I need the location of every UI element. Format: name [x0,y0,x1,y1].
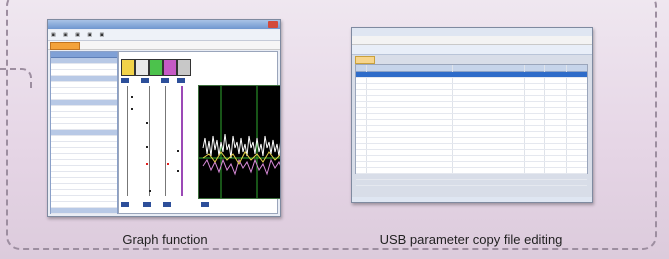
window-close-icon[interactable] [268,21,278,28]
toolbar-item[interactable]: ▣ [63,32,68,38]
window-titlebar [48,20,280,29]
status-bar [352,197,592,202]
channel-box[interactable] [135,59,149,76]
toolbar-item[interactable]: ▣ [87,32,92,38]
scroll-control[interactable] [143,202,151,207]
toolbar-item[interactable]: ▣ [51,32,56,38]
scroll-control[interactable] [163,202,171,207]
scroll-control[interactable] [121,78,129,83]
toolbar: ▣ ▣ ▣ ▣ ▣ [48,30,280,41]
toolbar-item[interactable]: ▣ [75,32,80,38]
scroll-control[interactable] [201,202,209,207]
scroll-control[interactable] [141,78,149,83]
scroll-control[interactable] [177,78,185,83]
channel-box[interactable] [149,59,163,76]
caption-graph-function: Graph function [122,232,208,247]
graph-function-screenshot: ▣ ▣ ▣ ▣ ▣ [47,19,281,217]
toolbar[interactable] [352,45,592,55]
parameter-table[interactable] [355,64,588,186]
settings-panel [50,51,118,214]
table-header [356,65,587,72]
scroll-control[interactable] [121,202,129,207]
usb-parameter-screenshot [351,27,593,203]
toolbar-item[interactable]: ▣ [100,32,105,38]
tab-graph[interactable] [50,42,80,50]
tab-parameters[interactable] [355,56,375,64]
scroll-control[interactable] [161,78,169,83]
channel-box[interactable] [163,59,177,76]
dashed-connector [0,68,32,90]
secondary-toolbar [48,41,280,50]
graph-area [118,51,280,214]
channel-box[interactable] [177,59,191,76]
window-titlebar [352,28,592,36]
channel-box[interactable] [121,59,135,76]
waveform-plot[interactable] [198,85,280,199]
caption-usb-parameter: USB parameter copy file editing [379,232,563,247]
table-row[interactable] [356,180,587,186]
waveform-svg [199,86,280,198]
menu-bar[interactable] [352,36,592,45]
